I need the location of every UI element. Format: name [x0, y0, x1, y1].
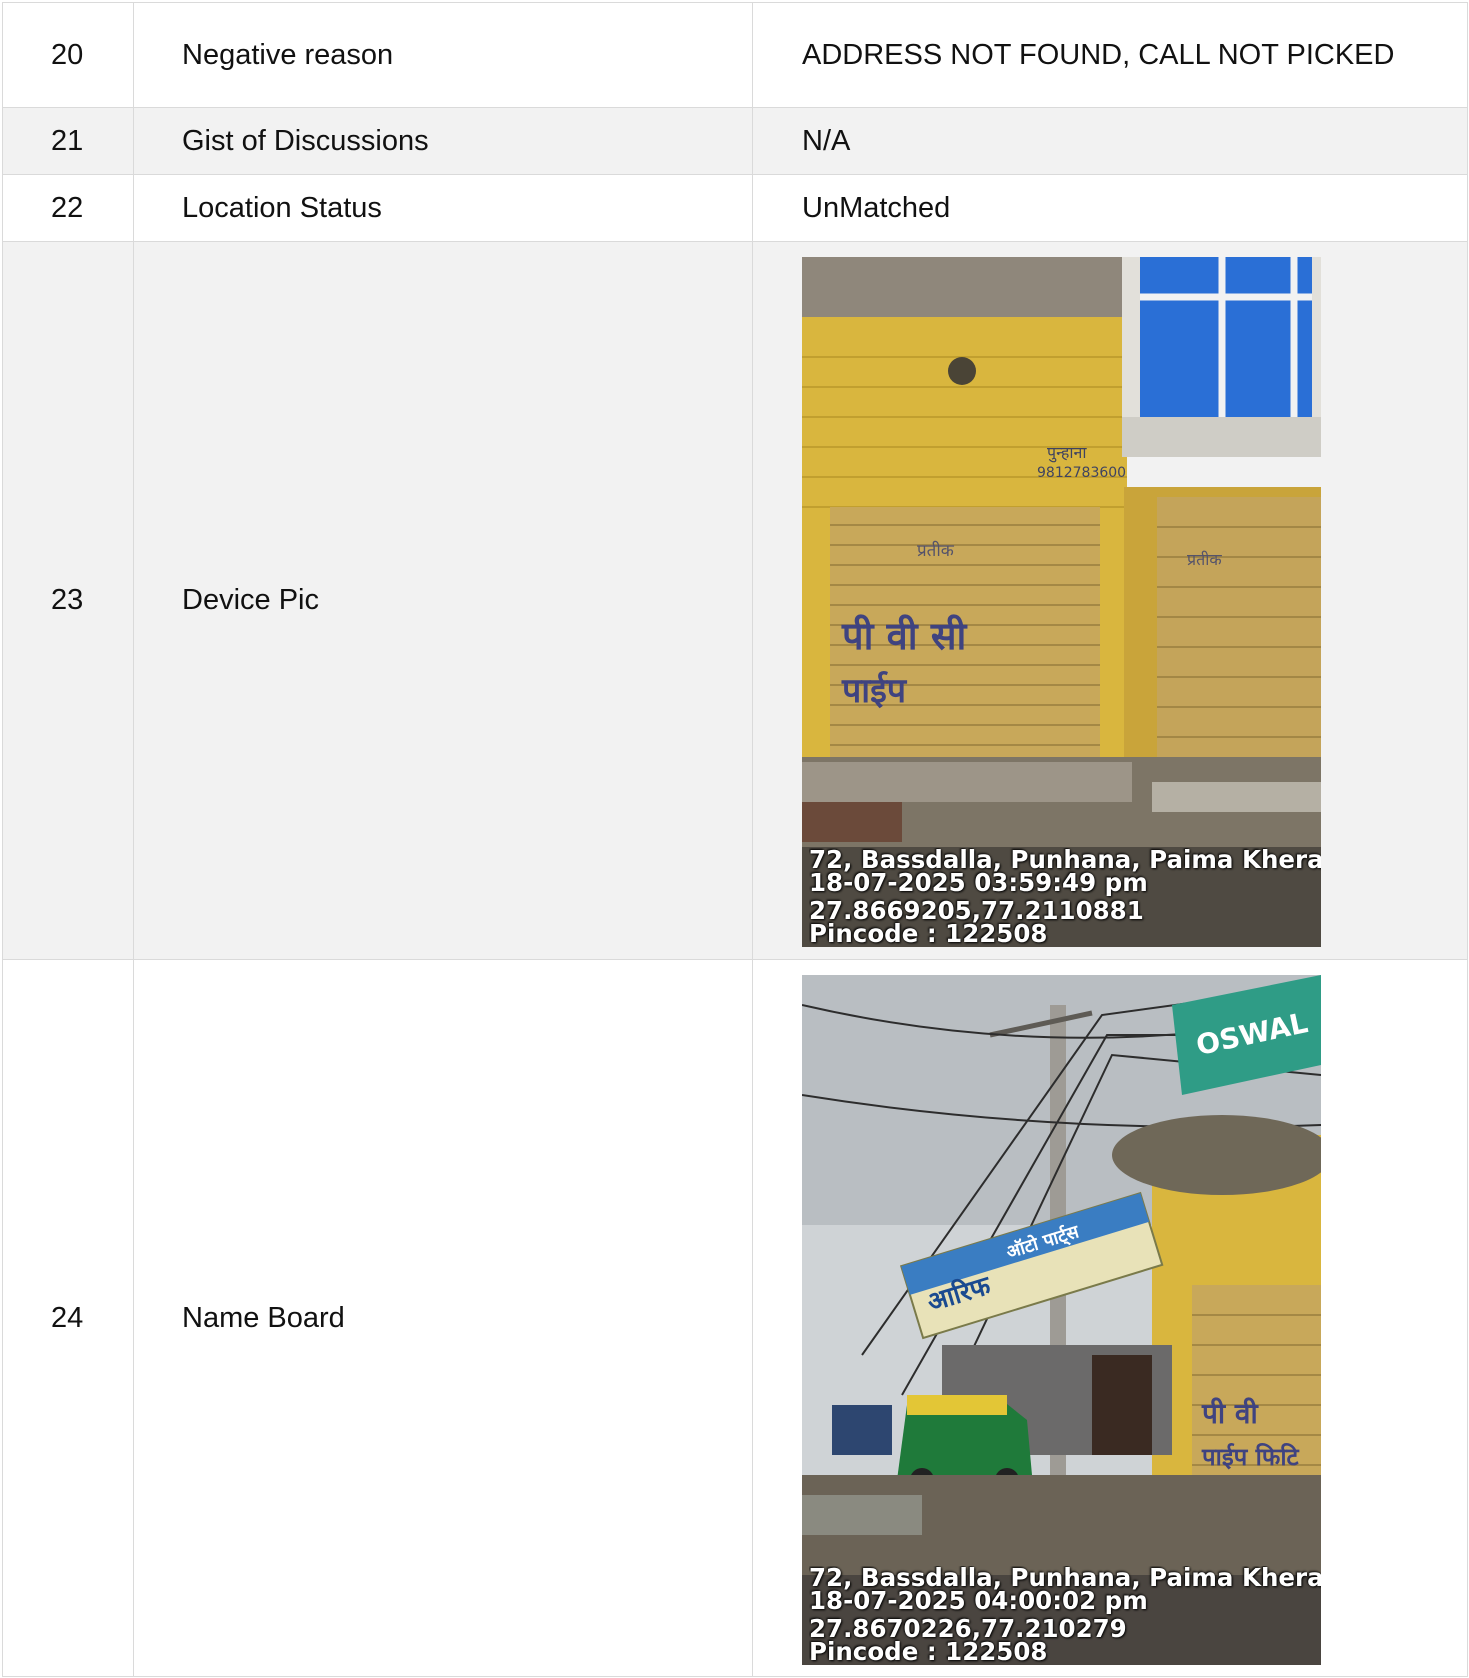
- row-label: Device Pic: [133, 241, 753, 960]
- row-value: N/A: [752, 107, 1468, 175]
- row-label: Name Board: [133, 959, 753, 1677]
- row-label: Negative reason: [133, 2, 753, 108]
- device-photo[interactable]: प्रतीक पी वी सी पाईप प्रतीक पुन्हाना 981…: [802, 257, 1321, 947]
- table-row: 22 Location Status UnMatched: [2, 174, 1468, 242]
- svg-text:पाईप: पाईप: [841, 670, 908, 711]
- report-table-section: 20 Negative reason ADDRESS NOT FOUND, CA…: [2, 2, 1468, 1677]
- table-row: 24 Name Board पी वी पाईप फिटि OSWAL आरिफ…: [2, 959, 1468, 1677]
- row-label: Gist of Discussions: [133, 107, 753, 175]
- photo-geotag-stamp: 72, Bassdalla, Punhana, Paima Khera, Har…: [809, 848, 1321, 945]
- name-board-cell: पी वी पाईप फिटि OSWAL आरिफ ऑटो पार्ट्स 7…: [752, 959, 1468, 1677]
- name-board-photo-image: पी वी पाईप फिटि OSWAL आरिफ ऑटो पार्ट्स: [802, 975, 1321, 1665]
- photo-pincode: Pincode : 122508: [809, 1637, 1048, 1663]
- location-status-value: UnMatched: [752, 174, 1468, 242]
- device-photo-image: प्रतीक पी वी सी पाईप प्रतीक पुन्हाना 981…: [802, 257, 1321, 947]
- details-table: 20 Negative reason ADDRESS NOT FOUND, CA…: [2, 2, 1468, 1677]
- svg-text:पुन्हाना: पुन्हाना: [1047, 443, 1087, 463]
- table-row: 23 Device Pic प्रतीक पी वी सी पाईप प्रती…: [2, 241, 1468, 960]
- row-number: 20: [2, 2, 134, 108]
- name-board-photo[interactable]: पी वी पाईप फिटि OSWAL आरिफ ऑटो पार्ट्स 7…: [802, 975, 1321, 1665]
- svg-text:पाईप फिटि: पाईप फिटि: [1201, 1443, 1300, 1471]
- row-number: 21: [2, 107, 134, 175]
- photo-pincode: Pincode : 122508: [809, 919, 1048, 945]
- photo-geotag-stamp: 72, Bassdalla, Punhana, Paima Khera, Har…: [809, 1566, 1321, 1663]
- device-pic-cell: प्रतीक पी वी सी पाईप प्रतीक पुन्हाना 981…: [752, 241, 1468, 960]
- row-number: 23: [2, 241, 134, 960]
- svg-text:पी वी सी: पी वी सी: [841, 614, 968, 658]
- row-number: 22: [2, 174, 134, 242]
- row-number: 24: [2, 959, 134, 1677]
- table-row: 21 Gist of Discussions N/A: [2, 107, 1468, 175]
- row-label: Location Status: [133, 174, 753, 242]
- photo-datetime: 18-07-2025 04:00:02 pm: [809, 1586, 1148, 1615]
- table-row: 20 Negative reason ADDRESS NOT FOUND, CA…: [2, 2, 1468, 108]
- svg-text:पी वी: पी वी: [1201, 1397, 1259, 1430]
- svg-text:प्रतीक: प्रतीक: [1187, 550, 1222, 569]
- photo-datetime: 18-07-2025 03:59:49 pm: [809, 868, 1148, 897]
- svg-text:9812783600: 9812783600: [1037, 465, 1126, 481]
- row-value: ADDRESS NOT FOUND, CALL NOT PICKED: [752, 2, 1468, 108]
- svg-text:प्रतीक: प्रतीक: [917, 540, 955, 561]
